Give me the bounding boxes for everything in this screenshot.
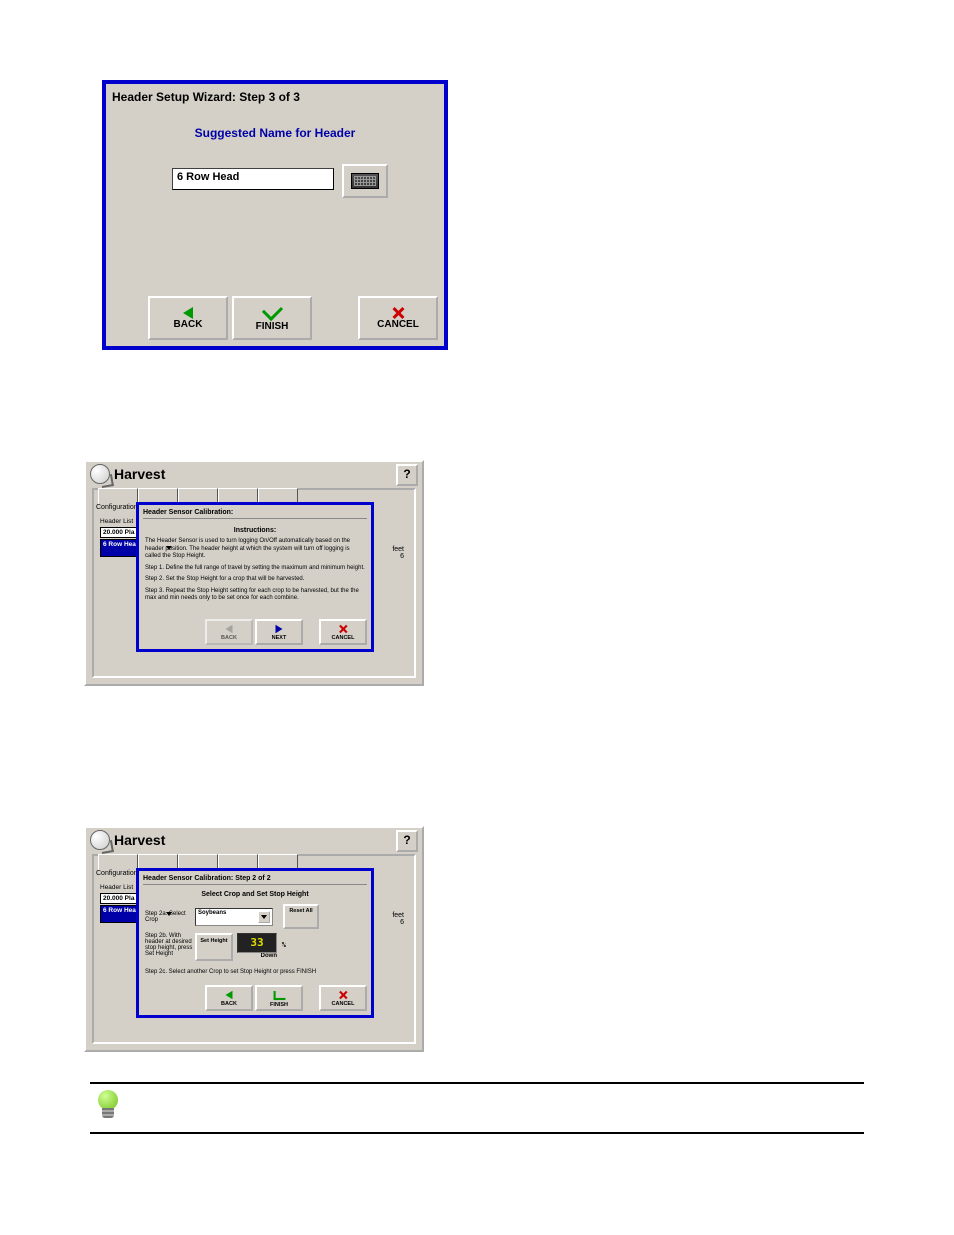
back-arrow-icon — [226, 991, 233, 999]
panel-subtitle: Select Crop and Set Stop Height — [143, 891, 367, 898]
tab[interactable] — [218, 854, 258, 869]
cancel-button[interactable]: CANCEL — [358, 296, 438, 340]
instructions-text: Step 1. Define the full range of travel … — [145, 565, 365, 573]
instructions-text: The Header Sensor is used to turn loggin… — [145, 538, 365, 561]
window-header: Harvest — [86, 462, 422, 486]
instructions-heading: Instructions: — [143, 527, 367, 534]
button-label: CANCEL — [377, 319, 419, 330]
app-title: Harvest — [114, 832, 165, 848]
back-arrow-icon — [226, 625, 233, 633]
keyboard-button[interactable] — [342, 164, 388, 198]
panel-title: Header Sensor Calibration: Step 2 of 2 — [143, 875, 367, 885]
cancel-button[interactable]: CANCEL — [319, 619, 367, 645]
step2c-note: Step 2c. Select another Crop to set Stop… — [145, 969, 365, 975]
panel-title: Header Sensor Calibration: — [143, 509, 367, 519]
document-page: Header Setup Wizard: Step 3 of 3 Suggest… — [0, 0, 954, 1235]
wizard-step3-dialog: Header Setup Wizard: Step 3 of 3 Suggest… — [102, 80, 448, 350]
tip-bar — [90, 1082, 864, 1134]
configuration-label: Configuration — [96, 504, 138, 511]
tab[interactable] — [258, 854, 298, 869]
configuration-label: Configuration — [96, 870, 138, 877]
tab[interactable] — [178, 854, 218, 869]
dialog-title: Header Setup Wizard: Step 3 of 3 — [112, 90, 300, 104]
next-arrow-icon — [276, 625, 283, 633]
tab-row — [98, 488, 298, 502]
step2b-row: Step 2b. With header at desired stop hei… — [145, 933, 365, 961]
dialog-subtitle: Suggested Name for Header — [106, 126, 444, 140]
window-header: Harvest — [86, 828, 422, 852]
window-body: Configuration Header List 20.000 Pla 6 R… — [92, 854, 416, 1044]
calibration-wizard-panel: Header Sensor Calibration: Step 2 of 2 S… — [136, 868, 374, 1018]
instructions-text: Step 2. Set the Stop Height for a crop t… — [145, 576, 365, 584]
calibration-wizard-panel: Header Sensor Calibration: Instructions:… — [136, 502, 374, 652]
button-label: FINISH — [256, 321, 289, 332]
check-icon — [273, 990, 285, 999]
button-row: BACK NEXT CANCEL — [139, 619, 371, 645]
app-logo-icon — [90, 464, 110, 484]
cancel-button[interactable]: CANCEL — [319, 985, 367, 1011]
close-icon — [392, 307, 404, 319]
tab-row — [98, 854, 298, 868]
tab[interactable] — [138, 488, 178, 503]
tab[interactable] — [218, 488, 258, 503]
help-button[interactable]: ? — [396, 830, 418, 852]
feet-readout: feet 6 — [392, 912, 404, 926]
tab[interactable] — [98, 854, 138, 870]
step2a-row: Step 2a. Select Crop Soybeans Reset All — [145, 904, 365, 929]
harvest-window-calibration-intro: Harvest ? Configuration Header List 20.0… — [84, 460, 424, 686]
tab[interactable] — [178, 488, 218, 503]
back-button[interactable]: BACK — [148, 296, 228, 340]
back-button[interactable]: BACK — [205, 985, 253, 1011]
close-icon — [339, 991, 347, 999]
window-body: Configuration Header List 20.000 Pla 6 R… — [92, 488, 416, 678]
app-logo-icon — [90, 830, 110, 850]
check-icon — [261, 300, 282, 321]
instructions-text: Step 3. Repeat the Stop Height setting f… — [145, 588, 365, 603]
tab[interactable] — [98, 488, 138, 504]
button-row: BACK FINISH CANCEL — [139, 985, 371, 1011]
crop-select[interactable]: Soybeans — [195, 908, 273, 926]
reset-all-button[interactable]: Reset All — [283, 904, 319, 929]
height-readout: 33 — [237, 933, 277, 953]
close-icon — [339, 625, 347, 633]
tab[interactable] — [258, 488, 298, 503]
finish-button[interactable]: FINISH — [255, 985, 303, 1011]
keyboard-icon — [351, 173, 379, 189]
tab[interactable] — [138, 854, 178, 869]
app-title: Harvest — [114, 466, 165, 482]
step-label: Step 2b. With header at desired stop hei… — [145, 933, 195, 957]
help-button[interactable]: ? — [396, 464, 418, 486]
harvest-window-calibration-step2: Harvest ? Configuration Header List 20.0… — [84, 826, 424, 1052]
lightbulb-icon — [94, 1090, 122, 1124]
finish-button[interactable]: FINISH — [232, 296, 312, 340]
back-arrow-icon — [183, 307, 193, 319]
header-name-input[interactable]: 6 Row Head — [172, 168, 334, 190]
button-bar: BACK FINISH CANCEL — [106, 296, 444, 340]
back-button: BACK — [205, 619, 253, 645]
down-label: Down — [261, 953, 277, 959]
next-button[interactable]: NEXT — [255, 619, 303, 645]
feet-readout: feet 6 — [392, 546, 404, 560]
set-height-button[interactable]: Set Height — [195, 933, 233, 961]
button-label: BACK — [174, 319, 203, 330]
